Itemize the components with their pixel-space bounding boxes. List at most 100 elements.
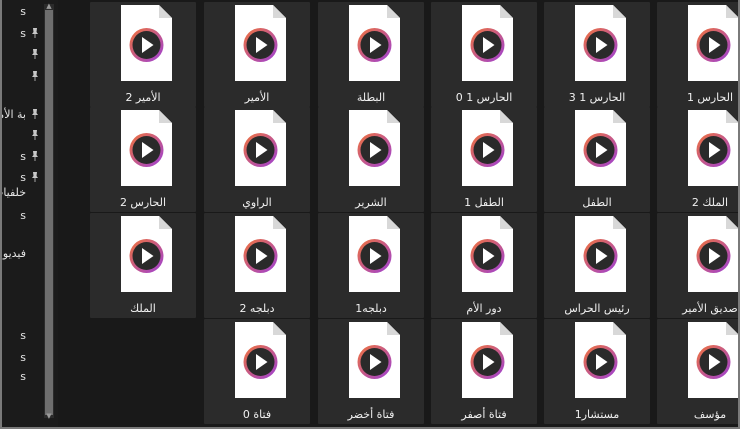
file-tile[interactable]: دبلجه1 [318, 213, 424, 318]
file-tile[interactable]: الأمير 2 [90, 2, 196, 107]
video-file-icon [462, 216, 513, 292]
file-tile[interactable]: الملك 2 [657, 107, 740, 212]
video-file-icon [349, 5, 400, 81]
sidebar-item[interactable]: s [0, 147, 44, 165]
pin-icon [32, 71, 38, 81]
sidebar-item-label: s [20, 350, 26, 364]
file-tile[interactable]: الحارس 1 3 [544, 2, 650, 107]
file-tile[interactable]: الحارس 1 0 [431, 2, 537, 107]
sidebar-item-label: s [20, 208, 26, 222]
pin-icon [32, 109, 38, 119]
sidebar-item-label: s [20, 149, 26, 163]
video-file-icon [235, 322, 286, 398]
sidebar-item[interactable] [0, 45, 44, 63]
file-name-label: الحارس 2 [119, 196, 167, 209]
scroll-down-icon[interactable]: ▼ [44, 412, 54, 420]
file-name-label: الحارس 1 3 [568, 91, 626, 104]
video-file-icon [121, 110, 172, 186]
file-name-label: الأمير 2 [125, 91, 161, 104]
pin-icon [32, 130, 38, 140]
file-tile[interactable]: الراوي [204, 107, 310, 212]
file-name-label: الشرير [355, 196, 387, 209]
file-tile[interactable]: البطلة [318, 2, 424, 107]
video-file-icon [235, 216, 286, 292]
file-tile[interactable]: دبلجه 2 [204, 213, 310, 318]
video-file-icon [688, 110, 739, 186]
video-file-icon [575, 5, 626, 81]
file-name-label: رئيس الحراس [564, 302, 630, 315]
video-file-icon [575, 216, 626, 292]
file-tile[interactable]: الأمير [204, 2, 310, 107]
sidebar-item-label: s [20, 4, 26, 18]
file-grid: الحارس 1 الحارس 1 3 الحارس 1 0 البطلة ال… [58, 0, 740, 429]
sidebar-item[interactable]: s [0, 367, 44, 385]
sidebar-item-label: بة الأمير [0, 107, 26, 121]
video-file-icon [121, 216, 172, 292]
sidebar-item[interactable] [0, 126, 44, 144]
sidebar-item[interactable]: s [0, 206, 44, 224]
video-file-icon [235, 110, 286, 186]
file-name-label: الحارس 1 [686, 91, 734, 104]
file-tile[interactable]: الشرير [318, 107, 424, 212]
file-tile[interactable]: مستشار1 [544, 319, 650, 424]
file-tile[interactable]: الطفل [544, 107, 650, 212]
file-name-label: فتاة أصفر [461, 408, 507, 421]
video-file-icon [462, 110, 513, 186]
sidebar-item[interactable]: s [0, 326, 44, 344]
file-tile[interactable]: صديق الأمير [657, 213, 740, 318]
video-file-icon [121, 5, 172, 81]
file-name-label: الملك 2 [691, 196, 729, 209]
file-name-label: فتاة أخضر [347, 408, 395, 421]
sidebar-item[interactable]: خلفيات ds [0, 183, 44, 201]
sidebar-item[interactable]: s [0, 348, 44, 366]
sidebar-item[interactable] [0, 67, 44, 85]
sidebar-item-label: فيديو الأمير [0, 246, 26, 260]
file-tile[interactable]: فتاة أخضر [318, 319, 424, 424]
pin-icon [32, 151, 38, 161]
sidebar-item[interactable] [0, 291, 44, 309]
sidebar-item-label: s [20, 369, 26, 383]
video-file-icon [349, 322, 400, 398]
file-tile[interactable]: دور الأم [431, 213, 537, 318]
video-file-icon [349, 216, 400, 292]
video-file-icon [575, 110, 626, 186]
file-name-label: دبلجه 2 [239, 302, 275, 315]
sidebar-item[interactable]: s [0, 2, 44, 20]
file-name-label: الطفل 1 [464, 196, 504, 209]
file-tile[interactable]: الحارس 1 [657, 2, 740, 107]
video-file-icon [235, 5, 286, 81]
file-tile[interactable]: فتاة أصفر [431, 319, 537, 424]
video-file-icon [688, 322, 739, 398]
file-name-label: دور الأم [466, 302, 502, 315]
video-file-icon [462, 5, 513, 81]
navigation-pane: ssبة الأميرssخلفيات dssفيديو الأميرsss ▲… [0, 0, 58, 429]
sidebar-item-label: s [20, 26, 26, 40]
file-tile[interactable]: فتاة 0 [204, 319, 310, 424]
file-tile[interactable]: الملك [90, 213, 196, 318]
video-file-icon [349, 110, 400, 186]
file-name-label: البطلة [356, 91, 386, 104]
sidebar-item[interactable]: s [0, 24, 44, 42]
file-name-label: دبلجه1 [355, 302, 387, 315]
scroll-up-icon[interactable]: ▲ [44, 2, 54, 10]
pin-icon [32, 172, 38, 182]
file-tile[interactable]: الحارس 2 [90, 107, 196, 212]
file-tile[interactable]: مؤسف [657, 319, 740, 424]
sidebar-item[interactable]: فيديو الأمير [0, 244, 44, 262]
pin-icon [32, 49, 38, 59]
file-name-label: صديق الأمير [682, 302, 738, 315]
file-name-label: مؤسف [693, 408, 727, 421]
video-file-icon [575, 322, 626, 398]
scroll-thumb[interactable] [45, 10, 53, 415]
navigation-scrollbar[interactable]: ▲ ▼ [44, 2, 54, 420]
video-file-icon [688, 5, 739, 81]
file-name-label: الطفل [582, 196, 612, 209]
sidebar-item-label: خلفيات ds [0, 185, 26, 199]
sidebar-item-label: s [20, 328, 26, 342]
pin-icon [32, 28, 38, 38]
sidebar-item[interactable]: بة الأمير [0, 105, 44, 123]
file-tile[interactable]: رئيس الحراس [544, 213, 650, 318]
file-name-label: الراوي [242, 196, 272, 209]
video-file-icon [688, 216, 739, 292]
file-tile[interactable]: الطفل 1 [431, 107, 537, 212]
